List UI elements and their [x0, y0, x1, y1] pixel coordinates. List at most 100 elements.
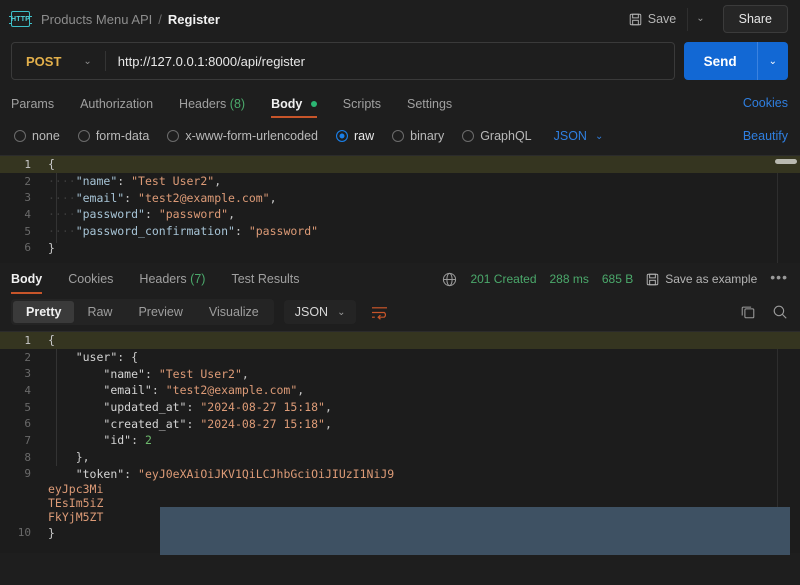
body-type-urlencoded[interactable]: x-www-form-urlencoded [167, 129, 318, 143]
code-line: 1 { [0, 156, 800, 173]
tab-label: Headers [139, 272, 186, 286]
response-more-menu[interactable]: ••• [770, 269, 788, 289]
radio-icon [78, 130, 90, 142]
token-key: "token" [76, 467, 124, 481]
radio-label: raw [354, 129, 374, 143]
code-line: 1 { [0, 332, 800, 349]
code-content: { [42, 157, 55, 171]
line-number: 3 [0, 191, 42, 204]
response-tab-body[interactable]: Body [11, 272, 42, 286]
send-options-caret[interactable]: ⌄ [757, 42, 788, 80]
url-input[interactable]: http://127.0.0.1:8000/api/register [106, 43, 674, 79]
globe-icon [442, 272, 457, 287]
radio-icon [462, 130, 474, 142]
code-content: "email": "test2@example.com", [42, 383, 304, 397]
radio-icon [392, 130, 404, 142]
code-line: 4 "email": "test2@example.com", [0, 382, 800, 399]
body-type-binary[interactable]: binary [392, 129, 444, 143]
tab-authorization[interactable]: Authorization [80, 97, 153, 118]
tab-body[interactable]: Body [271, 97, 317, 118]
response-tab-headers[interactable]: Headers (7) [139, 272, 205, 286]
line-number: 2 [0, 175, 42, 188]
share-button[interactable]: Share [723, 5, 788, 33]
code-content: } [42, 241, 55, 255]
response-tab-cookies[interactable]: Cookies [68, 272, 113, 286]
body-type-raw[interactable]: raw [336, 129, 374, 143]
tab-label: Params [11, 97, 54, 111]
view-preview[interactable]: Preview [125, 301, 195, 323]
breadcrumb-current-request[interactable]: Register [168, 12, 220, 27]
response-size: 685 B [602, 272, 633, 286]
code-line: 3 "name": "Test User2", [0, 365, 800, 382]
request-body-editor[interactable]: 1 { 2 ····"name": "Test User2", 3 ····"e… [0, 155, 800, 263]
token-line-2: eyJpc3Mi [0, 482, 800, 496]
response-view-segments: Pretty Raw Preview Visualize [11, 299, 274, 325]
radio-icon-selected [336, 130, 348, 142]
radio-icon [167, 130, 179, 142]
code-content: ····"password": "password", [42, 207, 235, 221]
view-pretty[interactable]: Pretty [13, 301, 74, 323]
body-type-none[interactable]: none [14, 129, 60, 143]
token-line-4: FkYjM5ZT [0, 510, 800, 524]
view-raw[interactable]: Raw [74, 301, 125, 323]
line-number: 6 [0, 417, 42, 430]
tab-scripts[interactable]: Scripts [343, 97, 381, 118]
radio-label: GraphQL [480, 129, 531, 143]
tab-label: Cookies [68, 272, 113, 286]
breadcrumb-collection[interactable]: Products Menu API [41, 12, 152, 27]
code-content: "created_at": "2024-08-27 15:18", [42, 417, 332, 431]
body-format-selector[interactable]: JSON ⌄ [554, 129, 604, 143]
response-format-selector[interactable]: JSON ⌄ [284, 300, 357, 324]
save-label: Save [648, 12, 677, 26]
save-as-example-button[interactable]: Save as example [646, 272, 757, 286]
tab-label: Test Results [231, 272, 299, 286]
method-label: POST [26, 54, 61, 69]
code-line: 10 } [0, 524, 800, 541]
cookies-link[interactable]: Cookies [743, 96, 788, 110]
code-content: { [42, 333, 55, 347]
copy-icon[interactable] [740, 304, 756, 320]
editor-scrollbar-thumb[interactable] [775, 159, 797, 164]
request-tabs: Params Authorization Headers (8) Body Sc… [0, 92, 800, 118]
save-button[interactable]: Save [620, 7, 686, 31]
status-badge: 201 Created [470, 272, 536, 286]
code-line: 4 ····"password": "password", [0, 206, 800, 223]
body-type-form-data[interactable]: form-data [78, 129, 150, 143]
send-button[interactable]: Send [684, 42, 757, 80]
code-line: 2 "user": { [0, 349, 800, 366]
search-icon[interactable] [772, 304, 788, 320]
view-visualize[interactable]: Visualize [196, 301, 272, 323]
chevron-down-icon: ⌄ [337, 307, 345, 318]
response-body-editor[interactable]: 1 { 2 "user": { 3 "name": "Test User2", … [0, 331, 800, 553]
tab-settings[interactable]: Settings [407, 97, 452, 118]
tab-params[interactable]: Params [11, 97, 54, 118]
response-tab-test-results[interactable]: Test Results [231, 272, 299, 286]
beautify-link[interactable]: Beautify [743, 129, 788, 143]
body-type-graphql[interactable]: GraphQL [462, 129, 531, 143]
tab-headers[interactable]: Headers (8) [179, 97, 245, 118]
radio-label: x-www-form-urlencoded [185, 129, 318, 143]
line-number: 2 [0, 351, 42, 364]
tab-label: Body [271, 97, 302, 111]
code-content: }, [42, 450, 90, 464]
response-tabs-bar: Body Cookies Headers (7) Test Results 20… [0, 263, 800, 295]
send-group: Send ⌄ [684, 42, 788, 80]
save-options-caret[interactable]: ⌄ [687, 8, 712, 31]
http-protocol-icon: HTTP [11, 11, 30, 27]
tab-label: Settings [407, 97, 452, 111]
code-content: "name": "Test User2", [42, 367, 249, 381]
code-line: 3 ····"email": "test2@example.com", [0, 189, 800, 206]
tab-label: Authorization [80, 97, 153, 111]
code-content: } [42, 526, 55, 540]
response-view-toolbar: Pretty Raw Preview Visualize JSON ⌄ [0, 295, 800, 331]
word-wrap-icon[interactable] [370, 305, 389, 320]
radio-label: form-data [96, 129, 150, 143]
line-number: 4 [0, 384, 42, 397]
code-content: ····"email": "test2@example.com", [42, 191, 277, 205]
code-line: 8 }, [0, 449, 800, 466]
breadcrumb-bar: HTTP Products Menu API / Register Save ⌄… [0, 0, 800, 38]
body-format-value: JSON [554, 129, 587, 143]
breadcrumb-separator: / [158, 12, 162, 27]
method-selector[interactable]: POST ⌄ [12, 43, 105, 79]
code-content: ····"name": "Test User2", [42, 174, 221, 188]
